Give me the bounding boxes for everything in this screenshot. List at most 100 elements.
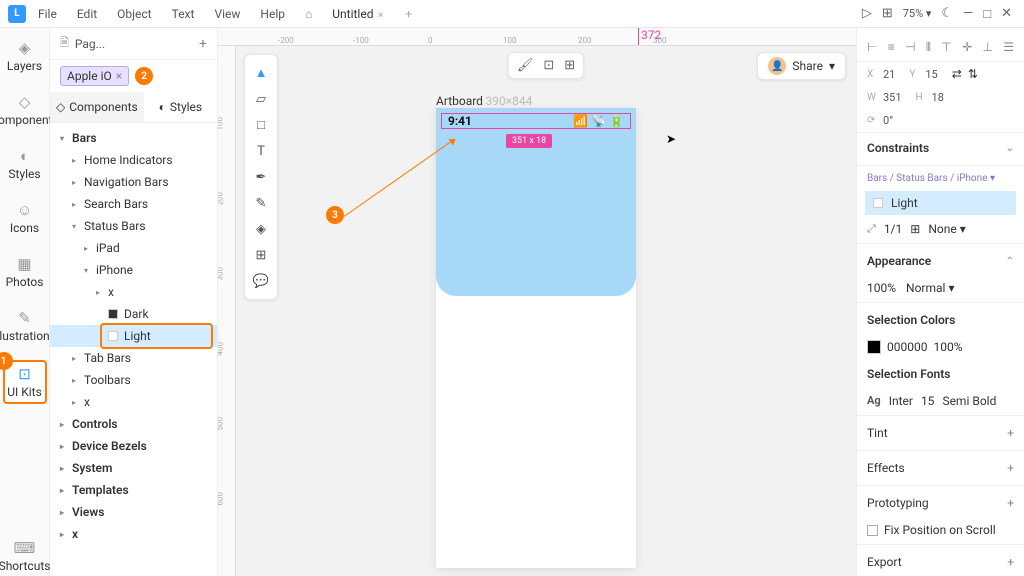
- export-section[interactable]: Export+: [857, 547, 1024, 576]
- tree-tab-bars[interactable]: ▸Tab Bars: [50, 347, 217, 369]
- tool-grid[interactable]: ⊞: [247, 243, 275, 267]
- opacity-value[interactable]: 100%: [867, 281, 896, 295]
- grid-none[interactable]: None ▾: [928, 222, 965, 236]
- plus-icon[interactable]: +: [1007, 461, 1014, 475]
- rail-icons[interactable]: ☺Icons: [3, 198, 47, 238]
- x-value[interactable]: 21: [883, 68, 895, 81]
- rail-photos[interactable]: ▦Photos: [3, 252, 47, 292]
- zoom-level[interactable]: 75% ▾: [903, 7, 932, 20]
- link-icon[interactable]: ⤢: [867, 222, 876, 236]
- document-tab[interactable]: Untitled ×: [324, 3, 391, 25]
- menu-text[interactable]: Text: [164, 3, 203, 25]
- filter-tag[interactable]: Apple iO×: [60, 66, 129, 86]
- tool-comment[interactable]: 💬: [247, 269, 275, 293]
- brush-icon[interactable]: 🖌: [517, 58, 534, 73]
- grid-icon[interactable]: ⊞: [882, 6, 893, 21]
- h-value[interactable]: 18: [932, 91, 944, 104]
- tool-component[interactable]: ◈: [247, 217, 275, 241]
- tree-ipad[interactable]: ▸iPad: [50, 237, 217, 259]
- rail-components[interactable]: ◇Components: [3, 90, 47, 130]
- rail-styles[interactable]: ◐Styles: [3, 144, 47, 184]
- menu-object[interactable]: Object: [109, 3, 159, 25]
- tool-pencil[interactable]: ✎: [247, 191, 275, 215]
- tab-styles[interactable]: ◐Styles: [144, 92, 217, 122]
- component-path[interactable]: Bars / Status Bars / iPhone ▾: [857, 168, 1024, 189]
- selection-color-row[interactable]: 000000 100%: [857, 335, 1024, 359]
- tool-rectangle[interactable]: □: [247, 113, 275, 137]
- status-bar-component[interactable]: 9:41 📶 📡 🔋: [441, 113, 631, 129]
- plus-icon[interactable]: +: [1007, 555, 1014, 569]
- y-value[interactable]: 15: [925, 68, 937, 81]
- menu-help[interactable]: Help: [252, 3, 293, 25]
- tree-light[interactable]: Light: [50, 325, 217, 347]
- rotation-value[interactable]: 0°: [883, 114, 893, 127]
- checkbox-icon[interactable]: [867, 525, 878, 536]
- menu-file[interactable]: File: [30, 3, 65, 25]
- align-bottom-icon[interactable]: ⊥: [982, 40, 992, 55]
- fix-on-scroll-row[interactable]: Fix Position on Scroll: [857, 518, 1024, 542]
- align-vcenter-icon[interactable]: ✛: [962, 40, 972, 55]
- align-v-icon[interactable]: ⊞: [564, 58, 575, 73]
- font-row[interactable]: Ag Inter 15 Semi Bold: [857, 389, 1024, 413]
- w-value[interactable]: 351: [883, 91, 902, 104]
- align-top-icon[interactable]: ⊤: [941, 40, 951, 55]
- tree-views[interactable]: ▸Views: [50, 501, 217, 523]
- prototyping-section[interactable]: Prototyping+: [857, 488, 1024, 518]
- play-icon[interactable]: ▷: [862, 6, 872, 21]
- effects-section[interactable]: Effects+: [857, 453, 1024, 483]
- canvas[interactable]: ▲ ▱ □ T ✒ ✎ ◈ ⊞ 💬 🖌 ⊡ ⊞ 👤 Share ▾ Artboa…: [236, 46, 856, 576]
- tool-pen[interactable]: ✒: [247, 165, 275, 189]
- tab-add-icon[interactable]: +: [395, 3, 422, 25]
- tree-bars[interactable]: ▾Bars: [50, 127, 217, 149]
- moon-icon[interactable]: ☾: [941, 6, 953, 21]
- plus-icon[interactable]: +: [1007, 496, 1014, 510]
- add-page-icon[interactable]: +: [199, 36, 207, 52]
- component-instance[interactable]: Light: [865, 191, 1016, 215]
- tag-remove-icon[interactable]: ×: [116, 69, 122, 83]
- tree-dark[interactable]: Dark: [50, 303, 217, 325]
- appearance-section[interactable]: Appearance⌃: [857, 246, 1024, 276]
- tool-frame[interactable]: ▱: [247, 87, 275, 111]
- maximize-icon[interactable]: □: [983, 6, 991, 22]
- constraints-section[interactable]: Constraints⌄: [857, 133, 1024, 163]
- plus-icon[interactable]: +: [1007, 426, 1014, 440]
- tree-controls[interactable]: ▸Controls: [50, 413, 217, 435]
- align-h-icon[interactable]: ⊡: [543, 58, 554, 73]
- tree-x3[interactable]: ▸x: [50, 523, 217, 545]
- artboard[interactable]: 9:41 📶 📡 🔋 351 x 18: [436, 108, 636, 568]
- tree-system[interactable]: ▸System: [50, 457, 217, 479]
- tree-status-bars[interactable]: ▾Status Bars: [50, 215, 217, 237]
- tree-device-bezels[interactable]: ▸Device Bezels: [50, 435, 217, 457]
- tint-section[interactable]: Tint+: [857, 418, 1024, 448]
- tree-toolbars[interactable]: ▸Toolbars: [50, 369, 217, 391]
- flip-v-icon[interactable]: ⇅: [968, 67, 978, 81]
- align-left-icon[interactable]: ⊢: [867, 40, 877, 55]
- minimize-icon[interactable]: —: [963, 6, 973, 21]
- rail-shortcuts[interactable]: ⌨Shortcuts: [3, 536, 47, 576]
- tree-x2[interactable]: ▸x: [50, 391, 217, 413]
- menu-view[interactable]: View: [206, 3, 248, 25]
- tree-home-indicators[interactable]: ▸Home Indicators: [50, 149, 217, 171]
- tool-text[interactable]: T: [247, 139, 275, 163]
- home-icon[interactable]: ⌂: [297, 3, 320, 25]
- rail-illustrations[interactable]: ✎Illustrations: [3, 306, 47, 346]
- flip-h-icon[interactable]: ⇄: [952, 67, 962, 81]
- rail-layers[interactable]: ◈Layers: [3, 36, 47, 76]
- tree-iphone[interactable]: ▾iPhone: [50, 259, 217, 281]
- app-logo[interactable]: L: [8, 5, 26, 23]
- distribute-v-icon[interactable]: ☰: [1003, 40, 1014, 55]
- canvas-area[interactable]: -200 -100 0 100 200 300 372 100 200 300 …: [218, 28, 856, 576]
- align-hcenter-icon[interactable]: ≡: [888, 40, 895, 55]
- tree-search-bars[interactable]: ▸Search Bars: [50, 193, 217, 215]
- distribute-icon[interactable]: ⫴: [926, 40, 931, 55]
- tab-close-icon[interactable]: ×: [375, 10, 383, 21]
- close-icon[interactable]: ✕: [1001, 6, 1012, 21]
- tool-select[interactable]: ▲: [247, 61, 275, 85]
- share-button[interactable]: 👤 Share ▾: [757, 52, 846, 80]
- tree-x[interactable]: ▸x: [50, 281, 217, 303]
- page-selector[interactable]: 🗎 Pag... +: [50, 28, 217, 60]
- align-right-icon[interactable]: ⊣: [905, 40, 915, 55]
- blend-mode[interactable]: Normal ▾: [906, 281, 954, 295]
- tab-components[interactable]: ◇Components: [50, 92, 144, 122]
- ratio-value[interactable]: 1/1: [884, 222, 902, 236]
